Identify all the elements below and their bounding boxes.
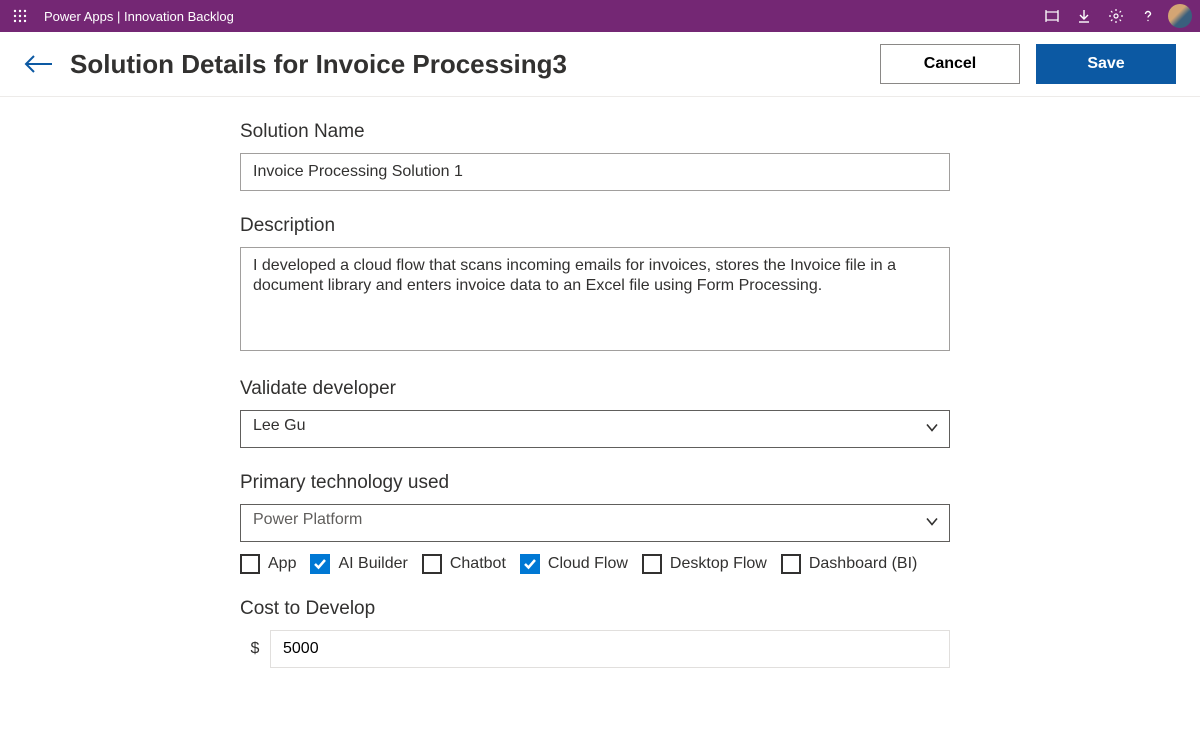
label-cost: Cost to Develop	[240, 598, 950, 620]
checkbox-label: Cloud Flow	[548, 555, 628, 573]
cancel-button[interactable]: Cancel	[880, 44, 1020, 84]
page-title: Solution Details for Invoice Processing3	[70, 49, 864, 80]
page-header: Solution Details for Invoice Processing3…	[0, 32, 1200, 97]
help-icon[interactable]	[1132, 0, 1164, 32]
solution-name-input[interactable]	[240, 153, 950, 191]
form: Solution Name Description I developed a …	[240, 121, 950, 740]
back-arrow-icon[interactable]	[24, 54, 54, 74]
tech-checkbox-row: App AI Builder Chatbot Cloud Flow Desktop Fl…	[240, 554, 950, 574]
topbar: Power Apps | Innovation Backlog	[0, 0, 1200, 32]
avatar[interactable]	[1168, 4, 1192, 28]
checkbox-box[interactable]	[520, 554, 540, 574]
cost-input[interactable]	[270, 630, 950, 668]
tech-checkbox[interactable]: AI Builder	[310, 554, 407, 574]
fit-icon[interactable]	[1036, 0, 1068, 32]
field-cost: Cost to Develop $	[240, 598, 950, 668]
field-validate-developer: Validate developer Lee Gu	[240, 378, 950, 448]
save-button[interactable]: Save	[1036, 44, 1176, 84]
topbar-title: Power Apps | Innovation Backlog	[44, 9, 234, 24]
app-launcher-icon[interactable]	[8, 4, 32, 28]
tech-checkbox[interactable]: Cloud Flow	[520, 554, 628, 574]
checkbox-label: Dashboard (BI)	[809, 555, 918, 573]
download-icon[interactable]	[1068, 0, 1100, 32]
label-primary-tech: Primary technology used	[240, 472, 950, 494]
label-description: Description	[240, 215, 950, 237]
checkbox-box[interactable]	[422, 554, 442, 574]
tech-checkbox[interactable]: App	[240, 554, 296, 574]
checkbox-box[interactable]	[642, 554, 662, 574]
gear-icon[interactable]	[1100, 0, 1132, 32]
checkbox-label: App	[268, 555, 296, 573]
tech-checkbox[interactable]: Desktop Flow	[642, 554, 767, 574]
checkbox-label: AI Builder	[338, 555, 407, 573]
checkbox-label: Desktop Flow	[670, 555, 767, 573]
field-primary-tech: Primary technology used Power Platform A…	[240, 472, 950, 574]
validate-developer-select[interactable]: Lee Gu	[240, 410, 950, 448]
field-solution-name: Solution Name	[240, 121, 950, 191]
checkbox-label: Chatbot	[450, 555, 506, 573]
label-validate-developer: Validate developer	[240, 378, 950, 400]
description-input[interactable]: I developed a cloud flow that scans inco…	[240, 247, 950, 351]
tech-checkbox[interactable]: Chatbot	[422, 554, 506, 574]
currency-symbol: $	[240, 640, 270, 658]
checkbox-box[interactable]	[781, 554, 801, 574]
tech-checkbox[interactable]: Dashboard (BI)	[781, 554, 918, 574]
primary-tech-select[interactable]: Power Platform	[240, 504, 950, 542]
label-solution-name: Solution Name	[240, 121, 950, 143]
field-description: Description I developed a cloud flow tha…	[240, 215, 950, 354]
checkbox-box[interactable]	[240, 554, 260, 574]
checkbox-box[interactable]	[310, 554, 330, 574]
